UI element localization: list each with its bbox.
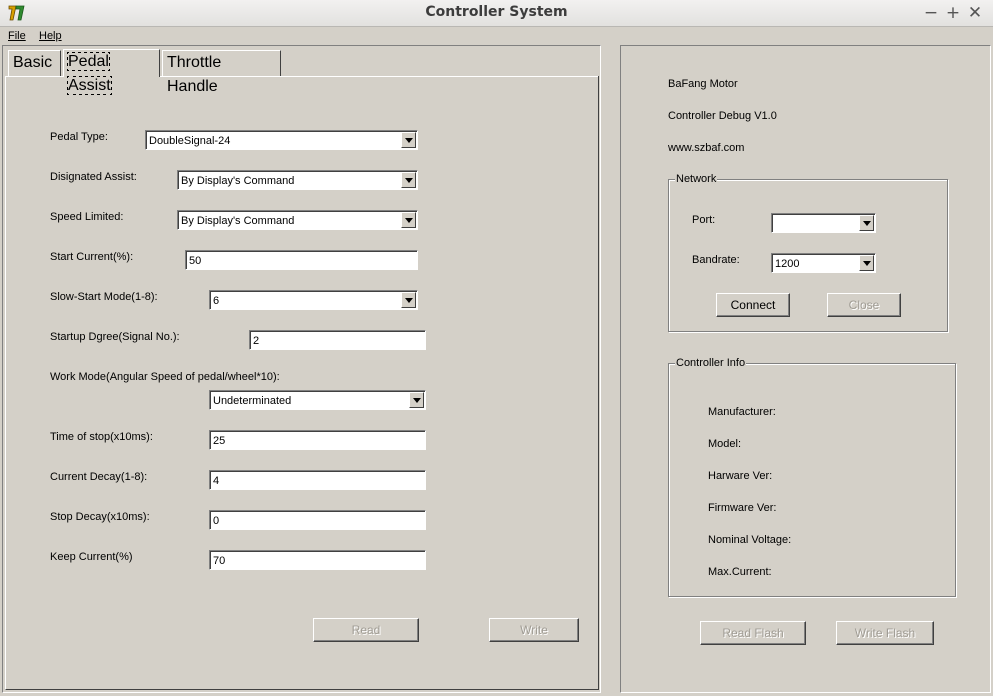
slow-start-mode-select[interactable]: 6 [209,290,418,310]
manufacturer-label: Manufacturer: [708,406,776,418]
chevron-down-icon[interactable] [859,255,874,271]
speed-limited-select[interactable]: By Display's Command [177,210,418,230]
designated-assist-select[interactable]: By Display's Command [177,170,418,190]
pedal-type-label: Pedal Type: [50,131,108,143]
chevron-down-icon[interactable] [401,292,416,308]
stop-decay-input[interactable]: 0 [209,510,426,530]
designated-assist-label: Disignated Assist: [50,171,137,183]
menu-help[interactable]: Help [39,30,62,42]
nominal-voltage-label: Nominal Voltage: [708,534,792,546]
write-button[interactable]: Write [489,618,579,642]
startup-degree-label: Startup Dgree(Signal No.): [50,331,180,343]
slow-start-mode-label: Slow-Start Mode(1-8): [50,291,158,303]
close-icon[interactable]: ✕ [965,3,985,23]
current-decay-input[interactable]: 4 [209,470,426,490]
bandrate-select[interactable]: 1200 [771,253,876,273]
chevron-down-icon[interactable] [401,132,416,148]
stop-decay-label: Stop Decay(x10ms): [50,511,150,523]
controller-info-title: Controller Info [675,357,747,369]
chevron-down-icon[interactable] [401,212,416,228]
read-button[interactable]: Read [313,618,419,642]
start-current-input[interactable]: 50 [185,250,418,270]
firmware-version-label: Firmware Ver: [708,502,777,514]
pedal-type-select[interactable]: DoubleSignal-24 [145,130,418,150]
bandrate-label: Bandrate: [692,254,740,266]
minimize-icon[interactable]: − [921,3,941,23]
time-of-stop-label: Time of stop(x10ms): [50,431,153,443]
read-flash-button[interactable]: Read Flash [700,621,806,645]
tab-basic[interactable]: Basic [8,50,61,76]
work-mode-label: Work Mode(Angular Speed of pedal/wheel*1… [50,371,280,383]
speed-limited-label: Speed Limited: [50,211,124,223]
version-line: Controller Debug V1.0 [668,110,777,122]
start-current-label: Start Current(%): [50,251,134,263]
menu-bar [0,27,993,45]
model-label: Model: [708,438,742,450]
port-select[interactable] [771,213,876,233]
website-line: www.szbaf.com [668,142,745,154]
max-current-label: Max.Current: [708,566,772,578]
time-of-stop-input[interactable]: 25 [209,430,426,450]
tab-page [5,76,599,690]
tab-pedal-assist[interactable]: Pedal Assist [63,49,160,95]
maximize-icon[interactable]: + [943,3,963,23]
chevron-down-icon[interactable] [859,215,874,231]
chevron-down-icon[interactable] [401,172,416,188]
tab-throttle-handle[interactable]: Throttle Handle [162,50,281,95]
startup-degree-input[interactable]: 2 [249,330,426,350]
write-flash-button[interactable]: Write Flash [836,621,934,645]
keep-current-label: Keep Current(%) [50,551,133,563]
window-title: Controller System [425,4,568,20]
keep-current-input[interactable]: 70 [209,550,426,570]
hardware-version-label: Harware Ver: [708,470,773,482]
port-label: Port: [692,214,716,226]
work-mode-select[interactable]: Undeterminated [209,390,426,410]
network-group-title: Network [675,173,718,185]
connect-button[interactable]: Connect [716,293,790,317]
menu-file[interactable]: File [8,30,26,42]
chevron-down-icon[interactable] [409,392,424,408]
brand-line: BaFang Motor [668,78,738,90]
current-decay-label: Current Decay(1-8): [50,471,148,483]
close-button[interactable]: Close [827,293,901,317]
